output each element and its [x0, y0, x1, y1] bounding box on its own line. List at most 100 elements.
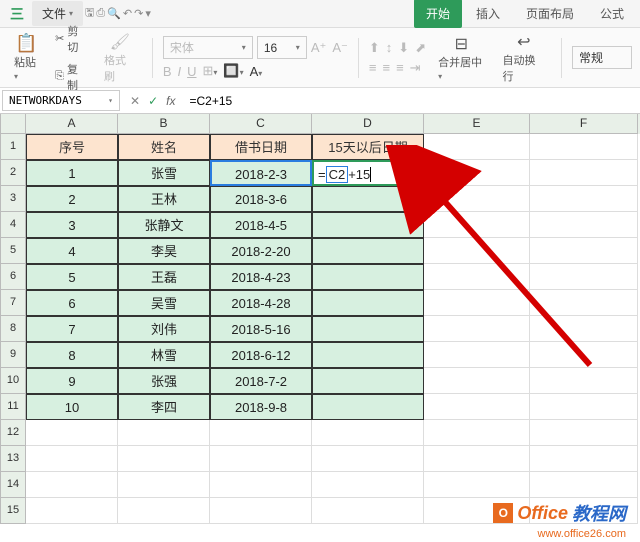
- cell-C11[interactable]: 2018-9-8: [210, 394, 312, 420]
- cell-D6[interactable]: [312, 264, 424, 290]
- print-icon[interactable]: ⎙: [96, 7, 105, 20]
- cell-B11[interactable]: 李四: [118, 394, 210, 420]
- cell-B10[interactable]: 张强: [118, 368, 210, 394]
- cell-D14[interactable]: [312, 472, 424, 498]
- cell-D2[interactable]: =C2+15: [312, 160, 424, 186]
- cell-A2[interactable]: 1: [26, 160, 118, 186]
- cell-E4[interactable]: [424, 212, 530, 238]
- cell-C3[interactable]: 2018-3-6: [210, 186, 312, 212]
- cell-F3[interactable]: [530, 186, 638, 212]
- row-header[interactable]: 12: [0, 420, 26, 446]
- indent-icon[interactable]: ⇥: [410, 60, 421, 76]
- format-painter-button[interactable]: 🖌 格式刷: [98, 30, 142, 86]
- cell-E10[interactable]: [424, 368, 530, 394]
- col-header-C[interactable]: C: [210, 114, 312, 134]
- cell-C15[interactable]: [210, 498, 312, 524]
- name-box[interactable]: NETWORKDAYS▾: [2, 90, 120, 111]
- cell-F6[interactable]: [530, 264, 638, 290]
- row-header[interactable]: 7: [0, 290, 26, 316]
- cell-D7[interactable]: [312, 290, 424, 316]
- cell-D13[interactable]: [312, 446, 424, 472]
- bold-icon[interactable]: B: [163, 64, 172, 79]
- row-header[interactable]: 11: [0, 394, 26, 420]
- cell-F1[interactable]: [530, 134, 638, 160]
- tab-start[interactable]: 开始: [414, 0, 462, 28]
- cell-B3[interactable]: 王林: [118, 186, 210, 212]
- cell-F12[interactable]: [530, 420, 638, 446]
- cell-A14[interactable]: [26, 472, 118, 498]
- cell-C6[interactable]: 2018-4-23: [210, 264, 312, 290]
- col-header-B[interactable]: B: [118, 114, 210, 134]
- align-middle-icon[interactable]: ↕: [386, 40, 393, 55]
- cell-C4[interactable]: 2018-4-5: [210, 212, 312, 238]
- cell-E2[interactable]: [424, 160, 530, 186]
- col-header-A[interactable]: A: [26, 114, 118, 134]
- cell-F10[interactable]: [530, 368, 638, 394]
- cell-D8[interactable]: [312, 316, 424, 342]
- col-header-D[interactable]: D: [312, 114, 424, 134]
- cell-A12[interactable]: [26, 420, 118, 446]
- cell-E13[interactable]: [424, 446, 530, 472]
- row-header[interactable]: 4: [0, 212, 26, 238]
- fill-color-icon[interactable]: 🔲▾: [223, 63, 243, 79]
- row-header[interactable]: 10: [0, 368, 26, 394]
- redo-icon[interactable]: ↷: [134, 7, 143, 20]
- cell-F4[interactable]: [530, 212, 638, 238]
- cell-F13[interactable]: [530, 446, 638, 472]
- dropdown-icon[interactable]: ▾: [145, 7, 151, 20]
- cell-B7[interactable]: 吴雪: [118, 290, 210, 316]
- cell-C5[interactable]: 2018-2-20: [210, 238, 312, 264]
- orientation-icon[interactable]: ⬈: [415, 40, 426, 56]
- cell-B8[interactable]: 刘伟: [118, 316, 210, 342]
- border-icon[interactable]: ⊞▾: [203, 63, 218, 79]
- cell-B14[interactable]: [118, 472, 210, 498]
- cell-E6[interactable]: [424, 264, 530, 290]
- cell-C1[interactable]: 借书日期: [210, 134, 312, 160]
- number-format-select[interactable]: 常规: [572, 46, 632, 69]
- cell-F5[interactable]: [530, 238, 638, 264]
- cell-E11[interactable]: [424, 394, 530, 420]
- col-header-E[interactable]: E: [424, 114, 530, 134]
- row-header[interactable]: 2: [0, 160, 26, 186]
- accept-formula-icon[interactable]: ✓: [148, 94, 158, 108]
- cell-A15[interactable]: [26, 498, 118, 524]
- cell-A11[interactable]: 10: [26, 394, 118, 420]
- cell-A9[interactable]: 8: [26, 342, 118, 368]
- formula-input[interactable]: =C2+15: [183, 91, 640, 111]
- cell-A1[interactable]: 序号: [26, 134, 118, 160]
- font-color-icon[interactable]: A▾: [250, 64, 263, 79]
- cell-B4[interactable]: 张静文: [118, 212, 210, 238]
- italic-icon[interactable]: I: [177, 64, 181, 79]
- align-top-icon[interactable]: ⬆: [369, 40, 380, 56]
- row-header[interactable]: 8: [0, 316, 26, 342]
- font-name-select[interactable]: 宋体▾: [163, 36, 253, 59]
- cell-D11[interactable]: [312, 394, 424, 420]
- font-size-select[interactable]: 16▾: [257, 36, 307, 59]
- cell-D15[interactable]: [312, 498, 424, 524]
- underline-icon[interactable]: U: [187, 64, 196, 79]
- decrease-font-icon[interactable]: A⁻: [332, 40, 348, 56]
- row-header[interactable]: 5: [0, 238, 26, 264]
- cancel-formula-icon[interactable]: ✕: [130, 94, 140, 108]
- align-bottom-icon[interactable]: ⬇: [398, 40, 409, 56]
- cell-A5[interactable]: 4: [26, 238, 118, 264]
- col-header-F[interactable]: F: [530, 114, 638, 134]
- cell-D4[interactable]: [312, 212, 424, 238]
- cell-A13[interactable]: [26, 446, 118, 472]
- row-header[interactable]: 9: [0, 342, 26, 368]
- paste-button[interactable]: 📋 粘贴▾: [8, 31, 45, 84]
- row-header[interactable]: 1: [0, 134, 26, 160]
- cell-E8[interactable]: [424, 316, 530, 342]
- tab-insert[interactable]: 插入: [464, 0, 512, 28]
- align-left-icon[interactable]: ≡: [369, 60, 377, 75]
- tab-formula[interactable]: 公式: [588, 0, 636, 28]
- cell-D5[interactable]: [312, 238, 424, 264]
- cell-E9[interactable]: [424, 342, 530, 368]
- align-right-icon[interactable]: ≡: [396, 60, 404, 75]
- cell-B15[interactable]: [118, 498, 210, 524]
- cell-F14[interactable]: [530, 472, 638, 498]
- cell-E1[interactable]: [424, 134, 530, 160]
- cell-B5[interactable]: 李昊: [118, 238, 210, 264]
- cell-B12[interactable]: [118, 420, 210, 446]
- merge-button[interactable]: ⊟ 合并居中▾: [432, 32, 490, 84]
